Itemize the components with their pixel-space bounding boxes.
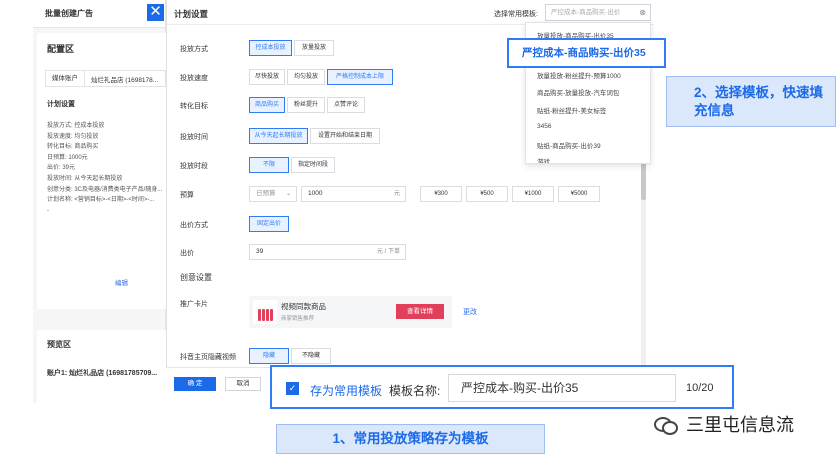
template-name-input[interactable]: 严控成本-购买-出价35: [448, 374, 676, 402]
page-title: 计划设置: [174, 9, 209, 19]
budget-unit: 元: [393, 191, 400, 197]
speed-option[interactable]: 尽快投放: [249, 69, 285, 85]
target-option[interactable]: 商品购买: [249, 97, 285, 113]
promo-card-label: 推广卡片: [180, 301, 208, 308]
bid-unit: 元 / 下单: [376, 249, 400, 255]
template-select[interactable]: 严控成本-商品购买-出价 ⊗: [545, 4, 651, 21]
speed-option[interactable]: 严格控制成本上限: [327, 69, 393, 85]
target-option[interactable]: 粉丝提升: [287, 97, 325, 113]
creative-section-title: 创意设置: [180, 273, 212, 282]
plan-line: -: [47, 207, 49, 214]
config-card: 配置区 媒体账户 灿烂礼品店 (1698178... 计划设置 投放方式: 控成…: [37, 33, 166, 309]
plan-summary-title: 计划设置: [47, 101, 75, 108]
speed-option[interactable]: 均匀投放: [287, 69, 325, 85]
bid-label: 出价: [180, 250, 194, 257]
plan-line: 日预算: 1000元: [47, 154, 88, 161]
plan-line: 出价: 39元: [47, 165, 76, 172]
scrollbar-thumb[interactable]: [641, 160, 646, 200]
batch-create-panel: 批量创建广告 配置区 媒体账户 灿烂礼品店 (1698178... 计划设置 投…: [33, 0, 166, 403]
confirm-button[interactable]: 确 定: [174, 377, 216, 391]
mode-option[interactable]: 放量投放: [294, 40, 334, 56]
close-icon[interactable]: ✕: [147, 4, 164, 21]
plan-line: 计划名称: <营销目标>-<日期>-<时间>-...: [47, 197, 155, 204]
view-details-button[interactable]: 查看详情: [396, 304, 444, 319]
slot-label: 投放时段: [180, 163, 208, 170]
slot-option[interactable]: 不限: [249, 157, 289, 173]
slot-option[interactable]: 指定时间段: [291, 157, 335, 173]
bid-mode-label: 出价方式: [180, 222, 208, 229]
watermark-text: 三里屯信息流: [686, 415, 794, 435]
wechat-icon: [654, 415, 678, 435]
template-option[interactable]: 贴纸-粉丝提升-美女标签: [537, 105, 606, 115]
template-label: 选择常用模板:: [494, 11, 538, 18]
template-option[interactable]: 商品购买-放量投放-汽车词包: [537, 87, 619, 97]
bid-mode-option[interactable]: 固定出价: [249, 216, 289, 232]
save-template-bar: ✓ 存为常用模板 模板名称: 严控成本-购买-出价35 10/20: [270, 365, 734, 409]
watermark: 三里屯信息流: [654, 411, 794, 437]
plan-line: 投放方式: 控成本投放: [47, 123, 105, 129]
target-label: 转化目标: [180, 103, 208, 110]
budget-type-select[interactable]: 日预算 ⌄: [249, 186, 297, 202]
change-link[interactable]: 更改: [463, 307, 477, 317]
callout-step1: 1、常用投放策略存为模板: [276, 424, 545, 454]
account-row[interactable]: 媒体账户 灿烂礼品店 (1698178...: [45, 70, 166, 87]
plan-line: 投放时间: 从今天起长期投放: [47, 175, 123, 182]
budget-quick[interactable]: ¥500: [466, 186, 508, 202]
time-label: 投放时间: [180, 134, 208, 141]
douyin-hide-label: 抖音主页隐藏视频: [180, 354, 236, 361]
config-title: 配置区: [47, 44, 75, 54]
budget-quick[interactable]: ¥5000: [558, 186, 600, 202]
mode-option[interactable]: 控成本投放: [249, 40, 292, 56]
clear-icon[interactable]: ⊗: [639, 5, 646, 20]
bid-value: 39: [256, 248, 264, 255]
preview-card: 预览区 账户1: 灿烂礼品店 (16981785709...: [37, 330, 166, 403]
checkbox-icon[interactable]: ✓: [286, 382, 299, 395]
plan-line: 投放速度: 均匀投放: [47, 133, 99, 140]
mode-label: 投放方式: [180, 46, 208, 53]
product-image: [253, 300, 277, 324]
time-option[interactable]: 从今天起长期投放: [249, 128, 308, 144]
panel-header: 批量创建广告: [33, 0, 165, 28]
save-template-label[interactable]: 存为常用模板: [310, 382, 382, 399]
speed-label: 投放速度: [180, 75, 208, 82]
bid-input[interactable]: 39 元 / 下单: [249, 244, 406, 260]
preview-title: 预览区: [47, 340, 71, 349]
budget-type-value: 日预算: [256, 190, 276, 197]
target-option[interactable]: 点赞评论: [327, 97, 365, 113]
template-select-value: 严控成本-商品购买-出价: [551, 9, 621, 16]
product-name: 视频同款商品: [281, 302, 326, 311]
douyin-hide-option[interactable]: 不隐藏: [291, 348, 331, 364]
template-option[interactable]: 放量投放-粉丝提升-预算1000: [537, 70, 621, 80]
budget-label: 预算: [180, 192, 194, 199]
template-name-label: 模板名称:: [389, 384, 441, 398]
douyin-hide-option[interactable]: 隐藏: [249, 348, 289, 364]
template-option-highlighted[interactable]: 严控成本-商品购买-出价35: [507, 38, 666, 68]
account-tag: 媒体账户: [46, 71, 85, 86]
chevron-down-icon: ⌄: [285, 191, 291, 197]
edit-link[interactable]: 编辑: [115, 277, 128, 287]
plan-line: 转化目标: 商品购买: [47, 144, 99, 151]
budget-value: 1000: [308, 190, 323, 197]
account-name: 灿烂礼品店 (1698178...: [91, 76, 159, 84]
time-option[interactable]: 设置开始和结束日期: [310, 128, 380, 144]
plan-summary: 投放方式: 控成本投放 投放速度: 均匀投放 转化目标: 商品购买 日预算: 1…: [47, 121, 166, 216]
plan-line: 创意分类: 3C及电器/消费类电子产品/随身...: [47, 186, 163, 193]
preview-account: 账户1: 灿烂礼品店 (16981785709...: [47, 370, 158, 377]
budget-quick[interactable]: ¥300: [420, 186, 462, 202]
budget-quick[interactable]: ¥1000: [512, 186, 554, 202]
budget-input[interactable]: 1000 元: [301, 186, 406, 202]
cancel-button[interactable]: 取消: [225, 377, 261, 391]
callout-step2: 2、选择模板，快速填充信息: [666, 76, 836, 127]
template-option[interactable]: 游戏: [537, 156, 550, 163]
char-counter: 10/20: [686, 382, 714, 394]
product-subtitle: 商家销售推荐: [281, 316, 315, 322]
template-option[interactable]: 贴纸-商品购买-出价39: [537, 140, 601, 150]
product-card: 视频同款商品 商家销售推荐 查看详情: [249, 296, 452, 328]
template-option[interactable]: 3456: [537, 123, 551, 130]
